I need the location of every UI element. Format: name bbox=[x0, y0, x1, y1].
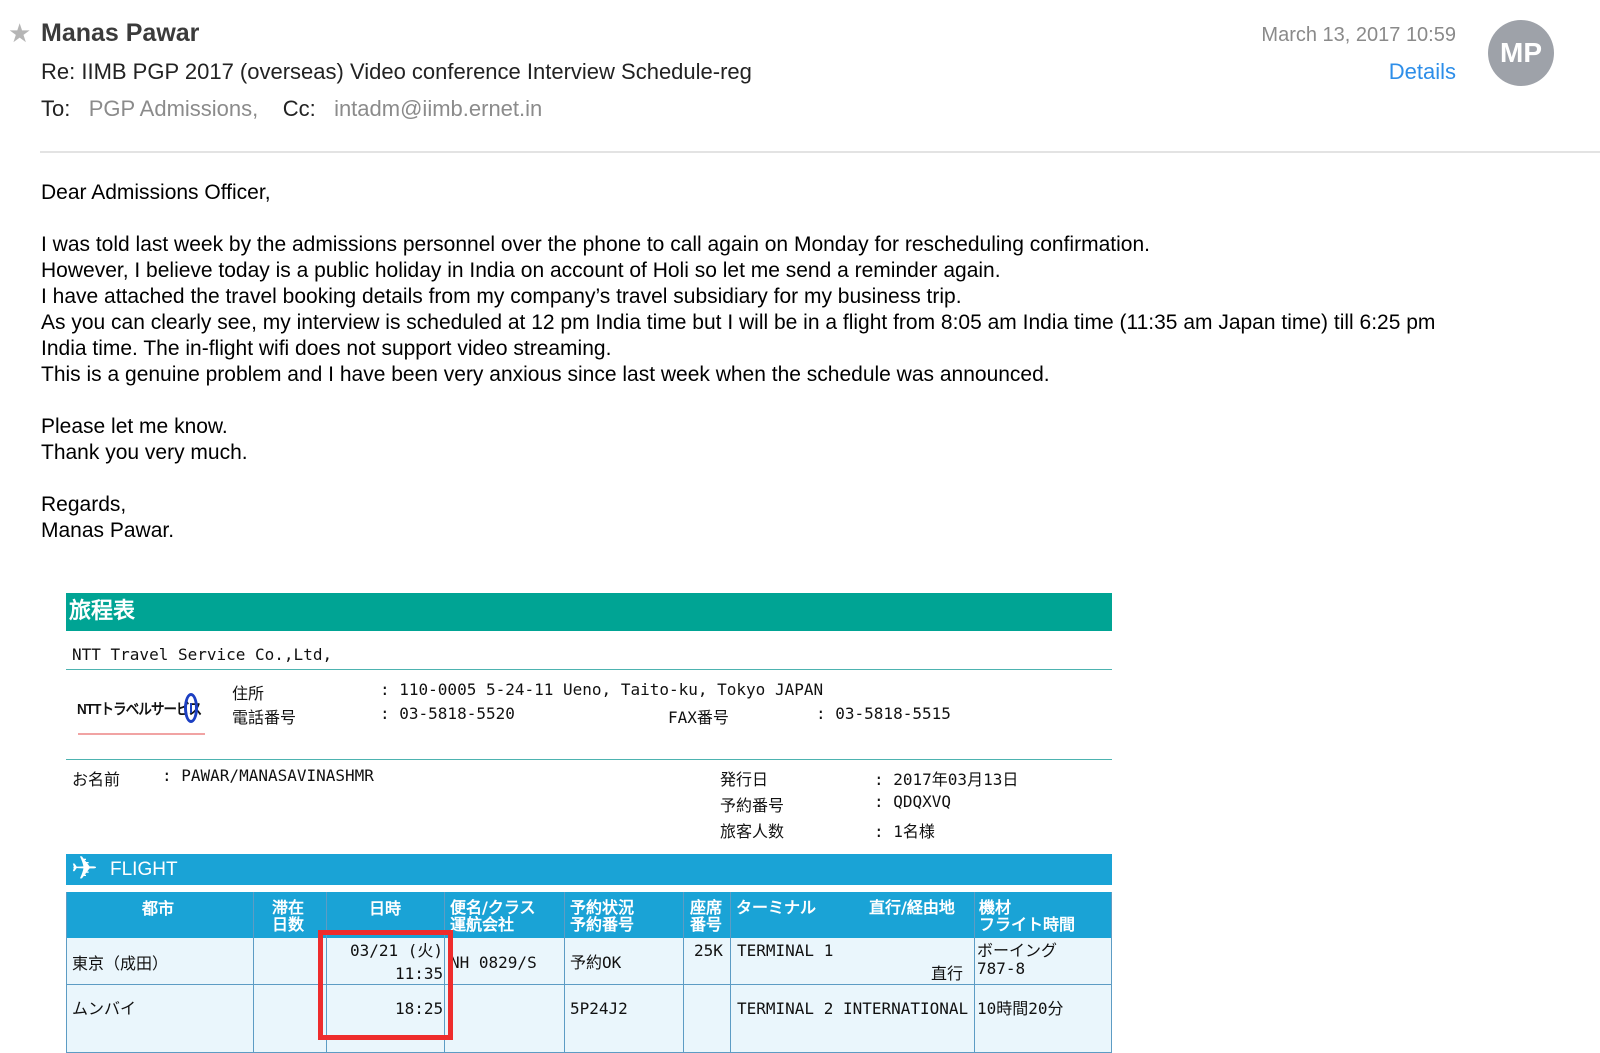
fax-value: : 03-5818-5515 bbox=[816, 704, 951, 723]
ntt-logo-icon bbox=[184, 693, 198, 723]
ntt-logo: NTTトラベルサービス bbox=[77, 701, 202, 718]
details-link[interactable]: Details bbox=[1389, 59, 1456, 85]
company-name: NTT Travel Service Co.,Ltd, bbox=[72, 645, 333, 664]
flight-duration: 10時間20分 bbox=[977, 999, 1064, 1018]
closing-line: Regards, bbox=[41, 493, 127, 516]
col-header-aircraft: 機材 フライト時間 bbox=[975, 892, 1112, 938]
name-value: : PAWAR/MANASAVINASHMR bbox=[162, 766, 374, 785]
highlight-box bbox=[318, 930, 453, 1040]
phone-value: : 03-5818-5520 bbox=[380, 704, 515, 723]
pnr-number: 5P24J2 bbox=[570, 999, 628, 1018]
route-type: 直行 bbox=[931, 964, 964, 983]
sender-name: Manas Pawar bbox=[41, 19, 200, 47]
header-divider bbox=[40, 151, 1600, 153]
email-subject: Re: IIMB PGP 2017 (overseas) Video confe… bbox=[41, 59, 752, 84]
flight-banner: ✈ FLIGHT bbox=[66, 850, 1112, 886]
body-line: I was told last week by the admissions p… bbox=[41, 233, 1150, 256]
col-header-city: 都市 bbox=[66, 892, 253, 938]
avatar: MP bbox=[1488, 20, 1554, 86]
aircraft-model: 787-8 bbox=[977, 959, 1026, 978]
passenger-count-value: : 1名様 bbox=[874, 822, 935, 841]
issue-date-label: 発行日 bbox=[720, 770, 769, 789]
star-icon[interactable]: ★ bbox=[8, 20, 31, 46]
to-label: To: bbox=[41, 96, 71, 121]
flight-banner-label: FLIGHT bbox=[110, 859, 178, 880]
address-label: 住所 bbox=[232, 684, 265, 703]
flight-number: NH 0829/S bbox=[450, 953, 537, 972]
airplane-icon: ✈ bbox=[71, 850, 98, 886]
booking-status: 予約OK bbox=[570, 953, 622, 972]
body-line: As you can clearly see, my interview is … bbox=[41, 311, 1436, 334]
departure-city: 東京（成田） bbox=[72, 954, 169, 973]
col-header-stay: 滞在 日数 bbox=[254, 892, 326, 938]
cc-recipient[interactable]: intadm@iimb.ernet.in bbox=[334, 96, 542, 121]
address-value: : 110-0005 5-24-11 Ueno, Taito-ku, Tokyo… bbox=[380, 680, 824, 699]
col-header-terminal-route: ターミナル 直行/経由地 bbox=[731, 892, 974, 938]
body-line: Thank you very much. bbox=[41, 441, 248, 464]
itinerary-banner: 旅程表 bbox=[66, 593, 1112, 631]
col-header-seat: 座席 番号 bbox=[684, 892, 730, 938]
body-line: However, I believe today is a public hol… bbox=[41, 259, 1001, 282]
signature: Manas Pawar. bbox=[41, 519, 175, 542]
booking-number-value: : QDQXVQ bbox=[874, 792, 952, 811]
issue-date-value: : 2017年03月13日 bbox=[874, 770, 1019, 789]
greeting: Dear Admissions Officer, bbox=[41, 181, 271, 204]
body-line: India time. The in-flight wifi does not … bbox=[41, 337, 612, 360]
flight-table: 都市 滞在 日数 日時 便名/クラス 運航会社 予約状況 予約番号 座席 番号 ターミナ… bbox=[66, 892, 1112, 1053]
passenger-count-label: 旅客人数 bbox=[720, 822, 785, 841]
col-header-flight: 便名/クラス 運航会社 bbox=[445, 892, 564, 938]
departure-terminal: TERMINAL 1 bbox=[737, 941, 834, 960]
email-body: Dear Admissions Officer, I was told last… bbox=[41, 180, 1571, 544]
to-recipient[interactable]: PGP Admissions, bbox=[89, 96, 259, 121]
phone-label: 電話番号 bbox=[232, 708, 297, 727]
name-label: お名前 bbox=[72, 770, 121, 789]
body-line: I have attached the travel booking detai… bbox=[41, 285, 962, 308]
fax-label: FAX番号 bbox=[668, 708, 729, 727]
itinerary-attachment[interactable]: 旅程表 NTT Travel Service Co.,Ltd, NTTトラベルサ… bbox=[66, 593, 1112, 1053]
booking-number-label: 予約番号 bbox=[720, 796, 785, 815]
email-date: March 13, 2017 10:59 bbox=[1261, 24, 1456, 46]
arrival-terminal: TERMINAL 2 INTERNATIONAL bbox=[737, 999, 969, 1018]
body-line: Please let me know. bbox=[41, 415, 228, 438]
recipients: To: PGP Admissions, Cc: intadm@iimb.erne… bbox=[41, 96, 542, 122]
seat-number: 25K bbox=[694, 941, 723, 960]
cc-label: Cc: bbox=[282, 96, 316, 121]
col-header-status: 予約状況 予約番号 bbox=[565, 892, 683, 938]
body-line: This is a genuine problem and I have bee… bbox=[41, 363, 1050, 386]
arrival-city: ムンバイ bbox=[72, 999, 137, 1018]
aircraft-type: ボーイング bbox=[977, 941, 1058, 960]
